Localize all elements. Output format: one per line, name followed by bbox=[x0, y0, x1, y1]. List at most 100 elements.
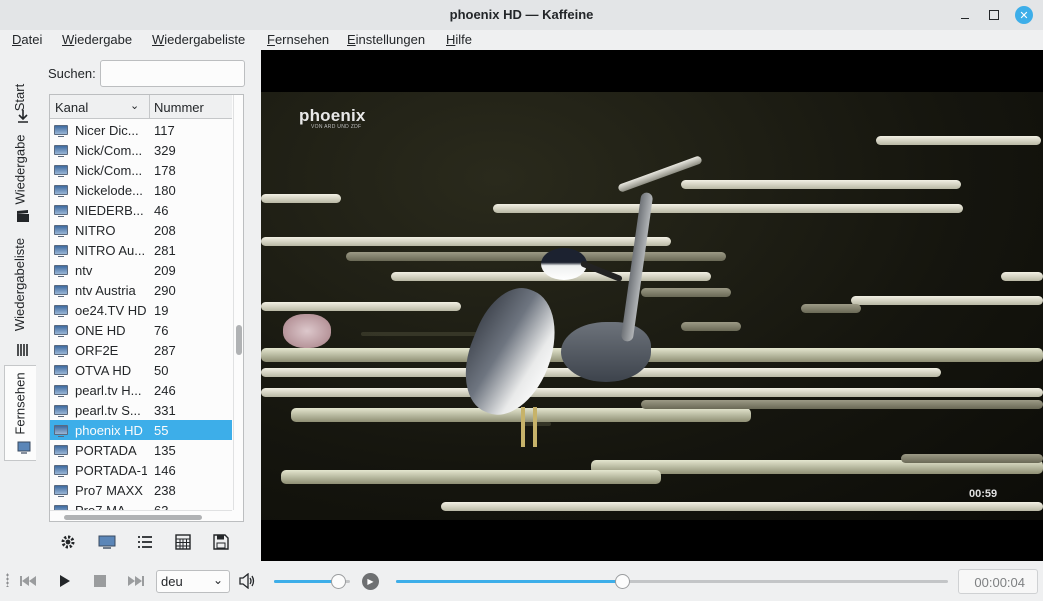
channel-number: 55 bbox=[154, 423, 169, 438]
table-row[interactable]: PORTADA 135 bbox=[50, 440, 232, 460]
play-icon bbox=[60, 575, 70, 587]
table-row[interactable]: Nickelode... 180 bbox=[50, 180, 232, 200]
channel-number: 209 bbox=[154, 263, 176, 278]
table-row[interactable]: oe24.TV HD 19 bbox=[50, 300, 232, 320]
tv-icon bbox=[54, 405, 68, 417]
tab-start[interactable]: Start bbox=[4, 63, 36, 131]
previous-button[interactable] bbox=[16, 569, 40, 593]
gear-icon bbox=[61, 535, 75, 549]
tab-fernsehen[interactable]: Fernsehen bbox=[4, 365, 36, 461]
scrollbar-thumb[interactable] bbox=[64, 515, 202, 520]
channel-name: Nick/Com... bbox=[75, 163, 143, 178]
horizontal-scrollbar[interactable] bbox=[50, 510, 232, 521]
channel-number: 208 bbox=[154, 223, 176, 238]
search-label: Suchen: bbox=[48, 66, 96, 81]
menu-fernsehen[interactable]: Fernsehen bbox=[267, 32, 329, 47]
close-icon[interactable]: ✕ bbox=[1015, 6, 1033, 24]
channel-name: ONE HD bbox=[75, 323, 126, 338]
menu-datei[interactable]: Datei bbox=[12, 32, 42, 47]
channel-number: 135 bbox=[154, 443, 176, 458]
audio-language-select[interactable]: deu ⌄ bbox=[156, 570, 230, 593]
channel-number: 180 bbox=[154, 183, 176, 198]
table-row[interactable]: NIEDERB... 46 bbox=[50, 200, 232, 220]
volume-slider[interactable] bbox=[274, 574, 350, 589]
skip-back-icon bbox=[20, 576, 36, 586]
list-icon bbox=[138, 536, 152, 548]
channel-panel: Suchen: Kanal ⌄ Nummer Nicer Dic... 117 Ni… bbox=[38, 55, 258, 560]
channel-name: NIEDERB... bbox=[75, 203, 144, 218]
channel-table: Kanal ⌄ Nummer Nicer Dic... 117 Nick/Com..… bbox=[49, 94, 244, 522]
tv-icon bbox=[54, 265, 68, 277]
table-row[interactable]: Nick/Com... 329 bbox=[50, 140, 232, 160]
vertical-scrollbar[interactable] bbox=[233, 95, 243, 510]
scrollbar-thumb[interactable] bbox=[236, 325, 242, 355]
channel-number: 63 bbox=[154, 503, 168, 510]
table-row[interactable]: pearl.tv S... 331 bbox=[50, 400, 232, 420]
menu-einstellungen[interactable]: Einstellungen bbox=[347, 32, 425, 47]
column-header-kanal[interactable]: Kanal bbox=[55, 100, 88, 115]
toolbar-grip-icon[interactable] bbox=[6, 573, 9, 587]
mute-button[interactable] bbox=[236, 569, 260, 593]
menu-hilfe[interactable]: Hilfe bbox=[446, 32, 472, 47]
tv-icon bbox=[98, 535, 116, 549]
list-button[interactable] bbox=[133, 530, 157, 554]
menu-wiedergabe[interactable]: Wiedergabe bbox=[62, 32, 132, 47]
recordings-button[interactable] bbox=[209, 530, 233, 554]
play-position-icon[interactable]: ▶ bbox=[362, 573, 379, 590]
channel-number: 178 bbox=[154, 163, 176, 178]
channel-name: pearl.tv S... bbox=[75, 403, 141, 418]
menu-bar: Datei Wiedergabe Wiedergabeliste Fernseh… bbox=[0, 30, 1043, 50]
program-guide-button[interactable] bbox=[171, 530, 195, 554]
channel-number: 281 bbox=[154, 243, 176, 258]
table-row[interactable]: Nicer Dic... 117 bbox=[50, 120, 232, 140]
play-button[interactable] bbox=[53, 569, 77, 593]
video-area[interactable]: phoenix VON ARD UND ZDF 00:59 bbox=[261, 50, 1043, 561]
table-row[interactable]: Nick/Com... 178 bbox=[50, 160, 232, 180]
seek-slider[interactable] bbox=[396, 574, 948, 589]
table-row[interactable]: ONE HD 76 bbox=[50, 320, 232, 340]
tv-icon bbox=[54, 245, 68, 257]
channel-logo-subtitle: VON ARD UND ZDF bbox=[311, 124, 362, 130]
menu-wiedergabeliste[interactable]: Wiedergabeliste bbox=[152, 32, 245, 47]
tv-icon bbox=[54, 425, 68, 437]
title-bar: phoenix HD — Kaffeine ✕ bbox=[0, 0, 1043, 30]
clapperboard-icon bbox=[17, 210, 29, 222]
channel-name: Nicer Dic... bbox=[75, 123, 139, 138]
settings-button[interactable] bbox=[56, 530, 80, 554]
tv-icon bbox=[54, 205, 68, 217]
tab-fernsehen-label: Fernsehen bbox=[13, 371, 28, 435]
tab-wiedergabeliste-label: Wiedergabeliste bbox=[12, 237, 28, 331]
minimize-icon[interactable] bbox=[956, 6, 974, 24]
table-row[interactable]: Pro7 MA... 63 bbox=[50, 500, 232, 510]
tab-wiedergabe[interactable]: Wiedergabe bbox=[4, 133, 36, 225]
table-row[interactable]: ntv 209 bbox=[50, 260, 232, 280]
column-header-nummer[interactable]: Nummer bbox=[154, 100, 204, 115]
channel-name: Pro7 MA... bbox=[75, 503, 147, 510]
table-row[interactable]: Pro7 MAXX 238 bbox=[50, 480, 232, 500]
column-separator[interactable] bbox=[149, 95, 150, 119]
tab-wiedergabeliste[interactable]: Wiedergabeliste bbox=[4, 231, 36, 361]
tv-button[interactable] bbox=[95, 530, 119, 554]
table-row[interactable]: ORF2E 287 bbox=[50, 340, 232, 360]
seek-slider-handle[interactable] bbox=[615, 574, 630, 589]
search-input[interactable] bbox=[100, 60, 245, 87]
table-row[interactable]: PORTADA-1 146 bbox=[50, 460, 232, 480]
table-row[interactable]: ntv Austria 290 bbox=[50, 280, 232, 300]
table-row[interactable]: phoenix HD 55 bbox=[50, 420, 232, 440]
maximize-icon[interactable] bbox=[985, 6, 1003, 24]
table-row[interactable]: OTVA HD 50 bbox=[50, 360, 232, 380]
stop-button[interactable] bbox=[88, 569, 112, 593]
tv-icon bbox=[54, 285, 68, 297]
table-row[interactable]: NITRO Au... 281 bbox=[50, 240, 232, 260]
table-row[interactable]: NITRO 208 bbox=[50, 220, 232, 240]
tab-wiedergabe-label: Wiedergabe bbox=[12, 133, 28, 205]
channel-name: oe24.TV HD bbox=[75, 303, 147, 318]
video-frame bbox=[261, 92, 1043, 520]
channel-logo: phoenix bbox=[299, 106, 366, 125]
skip-forward-icon bbox=[128, 576, 144, 586]
table-row[interactable]: pearl.tv H... 246 bbox=[50, 380, 232, 400]
playlist-icon bbox=[17, 344, 28, 356]
tab-start-label: Start bbox=[12, 83, 28, 111]
volume-slider-handle[interactable] bbox=[331, 574, 346, 589]
next-button[interactable] bbox=[124, 569, 148, 593]
